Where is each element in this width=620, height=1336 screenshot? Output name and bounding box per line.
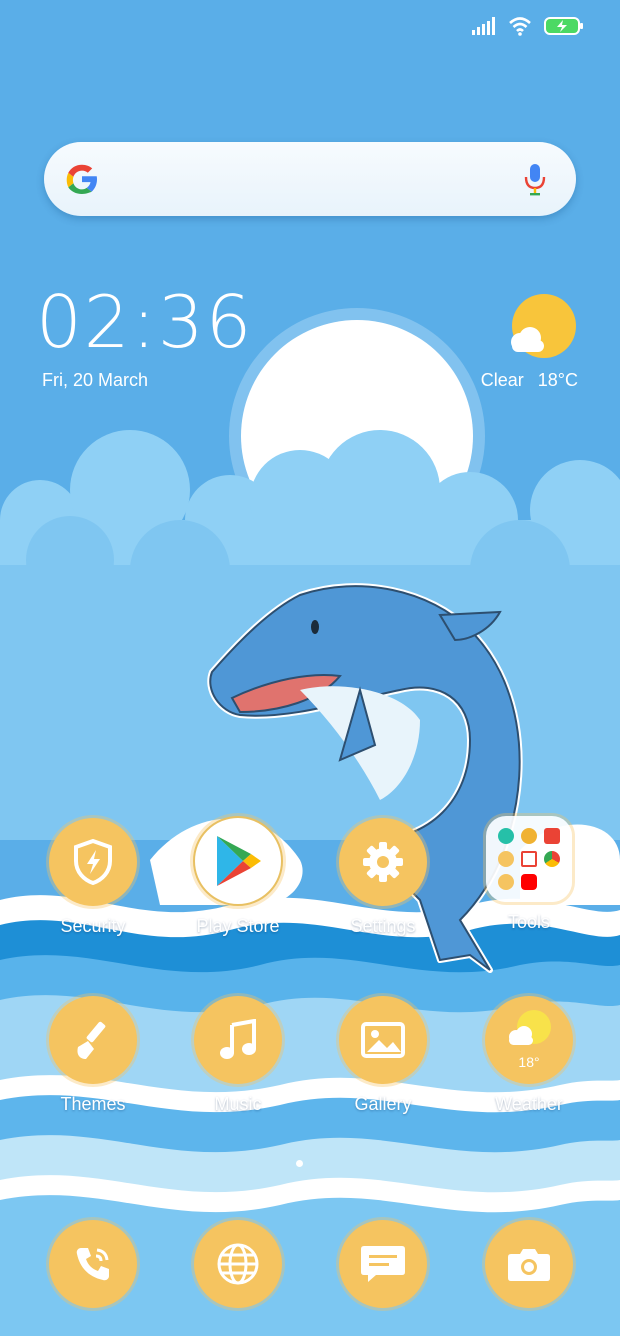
globe-icon [217, 1243, 259, 1285]
weather-app-badge: 18° [518, 1054, 540, 1070]
app-label-gallery: Gallery [354, 1094, 412, 1114]
dock-phone[interactable] [28, 1220, 158, 1308]
weather-icon [509, 1010, 551, 1046]
app-play-store[interactable]: Play Store [173, 816, 303, 937]
app-icon-background [339, 1220, 427, 1308]
weather-temperature: 18°C [537, 370, 578, 390]
app-label-security: Security [60, 916, 126, 936]
mini-app-icon [498, 874, 514, 890]
weather-condition: Clear [480, 370, 524, 390]
app-music[interactable]: Music [173, 996, 303, 1115]
app-icon-background [49, 996, 137, 1084]
dock-browser[interactable] [173, 1220, 303, 1308]
app-icon-background [339, 818, 427, 906]
mini-app-icon [521, 828, 537, 844]
dock-camera[interactable] [464, 1220, 594, 1308]
mini-app-icon [521, 851, 537, 867]
play-store-icon [217, 836, 261, 886]
camera-icon [508, 1249, 550, 1281]
mini-app-icon [498, 828, 514, 844]
google-search-bar[interactable] [44, 142, 576, 216]
clock-date: Fri, 20 March [42, 370, 149, 390]
sun-cloud-icon[interactable] [506, 292, 578, 360]
phone-icon [76, 1248, 109, 1281]
app-gallery[interactable]: Gallery [318, 996, 448, 1115]
image-icon [361, 1022, 405, 1058]
dock-messages[interactable] [318, 1220, 448, 1308]
app-icon-background [49, 818, 137, 906]
app-label-themes: Themes [60, 1094, 126, 1114]
brush-icon [77, 1021, 106, 1059]
app-themes[interactable]: Themes [28, 996, 158, 1115]
page-indicator [296, 1160, 303, 1167]
folder-icon [486, 816, 572, 902]
app-icon-background [193, 816, 283, 906]
weather-widget-text[interactable]: Clear 18°C [481, 370, 578, 391]
shield-bolt-icon [74, 839, 112, 885]
mini-app-icon [544, 851, 560, 867]
wifi-icon [509, 17, 531, 36]
battery-charging-icon [544, 17, 583, 35]
message-icon [361, 1246, 405, 1282]
mini-app-icon [544, 828, 560, 844]
music-note-icon [220, 1019, 256, 1059]
app-icon-background [49, 1220, 137, 1308]
gear-icon [363, 842, 403, 882]
signal-icon [472, 17, 495, 35]
app-label-settings: Settings [350, 916, 416, 936]
app-icon-background [339, 996, 427, 1084]
folder-tools[interactable]: Tools [464, 816, 594, 933]
mini-app-icon [498, 851, 514, 867]
app-security[interactable]: Security [28, 818, 158, 937]
app-icon-background: 18° [485, 996, 573, 1084]
google-logo-icon [66, 164, 97, 194]
app-icon-background [485, 1220, 573, 1308]
app-label-music: Music [214, 1094, 262, 1114]
app-icon-background [194, 1220, 282, 1308]
app-label-tools: Tools [507, 912, 551, 932]
app-weather[interactable]: 18° Weather [464, 996, 594, 1115]
status-bar [472, 16, 584, 36]
clock-time[interactable]: 02:36 [36, 286, 254, 358]
app-label-weather: Weather [495, 1094, 563, 1114]
app-label-play-store: Play Store [196, 916, 280, 936]
microphone-icon[interactable] [524, 162, 546, 196]
mini-app-icon [521, 874, 537, 890]
app-settings[interactable]: Settings [318, 818, 448, 937]
app-icon-background [194, 996, 282, 1084]
home-screen: 02:36 Fri, 20 March Clear 18°C Security [0, 0, 620, 1336]
